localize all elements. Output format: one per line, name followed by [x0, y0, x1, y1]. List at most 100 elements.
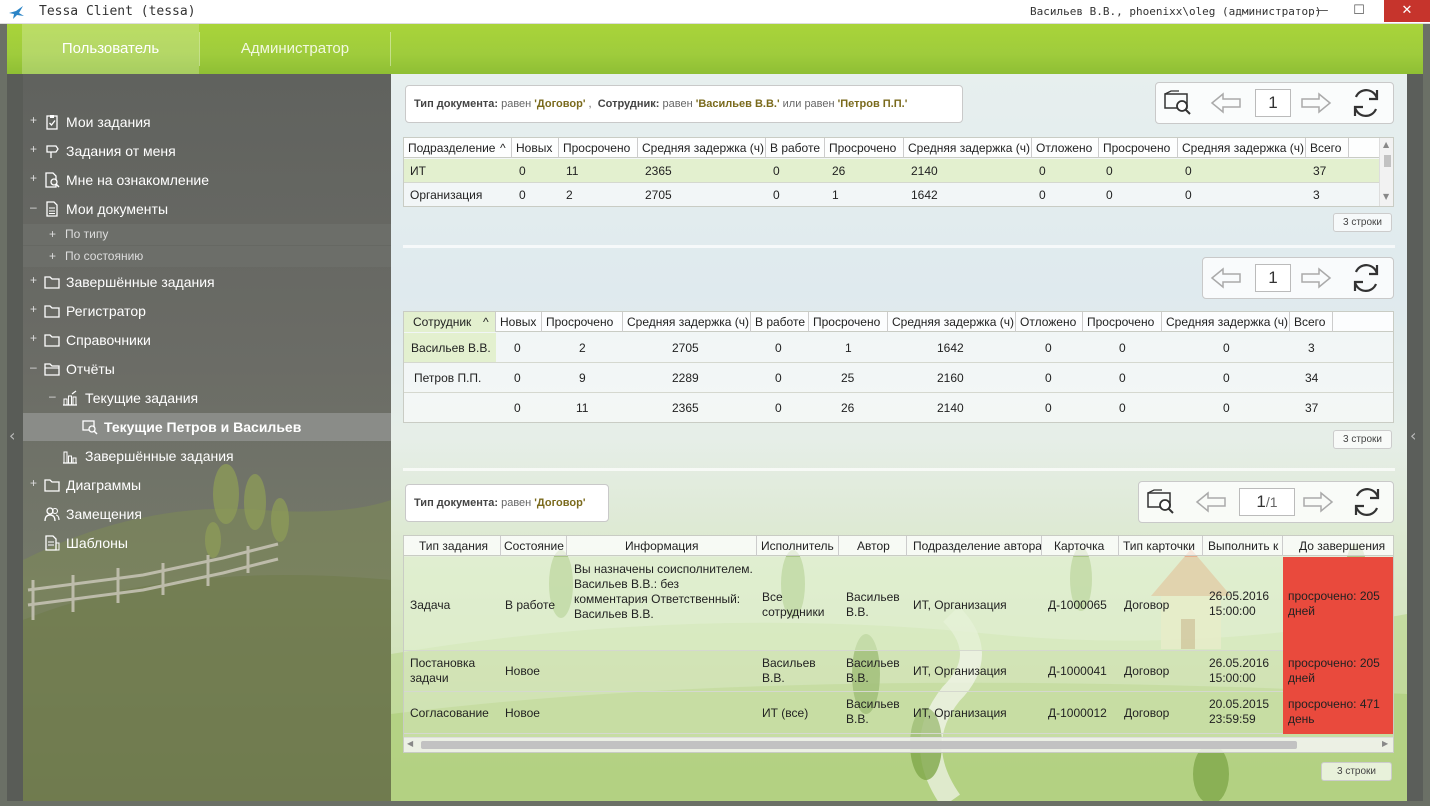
column-header[interactable]: Всего [1290, 312, 1333, 332]
expand-icon[interactable]: + [30, 302, 40, 316]
sidebar-item-by-type[interactable]: + По типу [23, 224, 391, 245]
expand-icon[interactable]: + [30, 142, 40, 156]
scroll-right-icon[interactable]: ▶ [1382, 739, 1388, 748]
column-header[interactable]: В работе [751, 312, 809, 332]
refresh-button[interactable] [1349, 262, 1383, 294]
collapse-icon[interactable]: – [30, 360, 40, 374]
column-header[interactable]: Карточка [1042, 536, 1119, 556]
sidebar-item-my-tasks[interactable]: + Мои задания [23, 108, 391, 136]
row-count-button[interactable]: 3 строки [1333, 213, 1392, 232]
column-header[interactable]: Новых [496, 312, 542, 332]
column-header[interactable]: Тип карточки [1119, 536, 1203, 556]
sidebar-item-references[interactable]: + Справочники [23, 326, 391, 354]
sidebar-item-completed-tasks[interactable]: + Завершённые задания [23, 268, 391, 296]
table-row[interactable]: Постановка задачи Новое Васильев В.В. Ва… [404, 651, 1393, 692]
table-row[interactable]: ИТ 0 11 2365 0 26 2140 0 0 0 37 [404, 159, 1393, 183]
row-count-button[interactable]: 3 строки [1321, 762, 1392, 781]
column-header[interactable]: Просрочено [825, 138, 904, 158]
sidebar-item-my-documents[interactable]: – Мои документы [23, 195, 391, 223]
scrollbar-thumb[interactable] [421, 741, 1297, 749]
table-row[interactable]: Задача В работе Вы назначены соисполните… [404, 557, 1393, 651]
search-filter-button[interactable] [1144, 486, 1178, 518]
tab-admin[interactable]: Администратор [200, 24, 390, 74]
sidebar-item-current-tasks[interactable]: – Текущие задания [23, 384, 391, 412]
filter-summary[interactable]: Тип документа: равен 'Договор' [405, 484, 609, 522]
sidebar-item-diagrams[interactable]: + Диаграммы [23, 471, 391, 499]
search-filter-button[interactable] [1161, 87, 1195, 119]
refresh-button[interactable] [1349, 87, 1383, 119]
right-collapse-strip[interactable]: ‹ [1407, 74, 1423, 801]
column-header[interactable]: Отложено [1016, 312, 1083, 332]
column-header[interactable]: Средняя задержка (ч) [623, 312, 751, 332]
expand-icon[interactable]: + [30, 331, 40, 345]
sidebar-item-reports[interactable]: – Отчёты [23, 355, 391, 383]
table-row-total[interactable]: 0 11 2365 0 26 2140 0 0 0 37 [404, 393, 1393, 422]
sidebar-item-tasks-from-me[interactable]: + Задания от меня [23, 137, 391, 165]
page-number[interactable]: 1 [1255, 89, 1291, 117]
column-header[interactable]: Средняя задержка (ч) [888, 312, 1016, 332]
column-header[interactable]: Автор [839, 536, 907, 556]
expand-icon[interactable]: + [30, 171, 40, 185]
sort-asc-icon[interactable]: ^ [483, 312, 489, 332]
column-header[interactable]: Средняя задержка (ч) [1178, 138, 1306, 158]
table-row[interactable]: Организация 0 2 2705 0 1 1642 0 0 0 3 [404, 183, 1393, 206]
sidebar-item-registrar[interactable]: + Регистратор [23, 297, 391, 325]
filter-summary[interactable]: Тип документа: равен 'Договор' , Сотрудн… [405, 85, 963, 123]
scroll-left-icon[interactable]: ◀ [407, 739, 413, 748]
sort-asc-icon[interactable]: ^ [500, 138, 506, 158]
column-header[interactable]: Просрочено [559, 138, 638, 158]
column-header[interactable]: Подразделение автора [907, 536, 1042, 556]
sidebar-item-templates[interactable]: Шаблоны [23, 529, 391, 557]
sidebar-item-substitutions[interactable]: Замещения [23, 500, 391, 528]
prev-page-button[interactable] [1194, 486, 1228, 518]
next-page-button[interactable] [1299, 87, 1333, 119]
column-header[interactable]: Тип задания [404, 536, 501, 556]
minimize-button[interactable]: — [1307, 0, 1337, 22]
refresh-button[interactable] [1350, 486, 1384, 518]
sidebar-item-for-review[interactable]: + Мне на ознакомление [23, 166, 391, 194]
column-header[interactable]: Состояние [501, 536, 567, 556]
horizontal-scrollbar[interactable]: ◀ ▶ [404, 737, 1393, 752]
close-button[interactable]: ✕ [1384, 0, 1430, 22]
column-header[interactable]: Средняя задержка (ч) [1162, 312, 1290, 332]
left-collapse-strip[interactable]: ‹ [7, 74, 23, 801]
page-number[interactable]: 1 [1255, 264, 1291, 292]
column-header[interactable]: Просрочено [1099, 138, 1178, 158]
sidebar-item-completed-tasks-report[interactable]: Завершённые задания [23, 442, 391, 470]
sidebar-item-current-petrov-vasiliev[interactable]: Текущие Петров и Васильев [23, 413, 391, 441]
table-row[interactable]: Согласование Новое ИТ (все) Васильев В.В… [404, 692, 1393, 734]
page-indicator[interactable]: 1/1 [1239, 488, 1295, 516]
column-header[interactable]: Новых [512, 138, 559, 158]
column-header[interactable]: Выполнить к [1203, 536, 1283, 556]
expand-icon[interactable]: + [30, 476, 40, 490]
prev-page-button[interactable] [1209, 87, 1243, 119]
expand-icon[interactable]: + [49, 249, 56, 263]
row-count-button[interactable]: 3 строки [1333, 430, 1392, 449]
column-header-employee[interactable]: Сотрудник ^ [404, 312, 496, 332]
column-header[interactable]: Средняя задержка (ч) [638, 138, 766, 158]
expand-icon[interactable]: + [30, 113, 40, 127]
column-header[interactable]: В работе [766, 138, 825, 158]
column-header[interactable]: До завершения [1283, 536, 1393, 556]
chevron-left-icon[interactable]: ‹ [1410, 426, 1416, 445]
expand-icon[interactable]: + [49, 227, 56, 241]
tab-user[interactable]: Пользователь [22, 24, 199, 74]
column-header-department[interactable]: Подразделение ^ [404, 138, 512, 158]
prev-page-button[interactable] [1209, 262, 1243, 294]
column-header[interactable]: Просрочено [809, 312, 888, 332]
column-header[interactable]: Просрочено [1083, 312, 1162, 332]
chevron-left-icon[interactable]: ‹ [9, 426, 15, 445]
expand-icon[interactable]: + [30, 273, 40, 287]
collapse-icon[interactable]: – [49, 389, 59, 403]
column-header[interactable]: Просрочено [542, 312, 623, 332]
vertical-scrollbar[interactable]: ▲ ▼ [1379, 138, 1393, 206]
table-row[interactable]: Васильев В.В. 0 2 2705 0 1 1642 0 0 0 3 [404, 333, 1393, 363]
sidebar-item-by-state[interactable]: + По состоянию [23, 246, 391, 267]
next-page-button[interactable] [1299, 262, 1333, 294]
column-header[interactable]: Всего [1306, 138, 1349, 158]
page-number[interactable]: 1 [1256, 492, 1265, 511]
table-row[interactable]: Петров П.П. 0 9 2289 0 25 2160 0 0 0 34 [404, 363, 1393, 393]
next-page-button[interactable] [1301, 486, 1335, 518]
column-header[interactable]: Отложено [1032, 138, 1099, 158]
maximize-button[interactable]: ☐ [1344, 0, 1374, 22]
